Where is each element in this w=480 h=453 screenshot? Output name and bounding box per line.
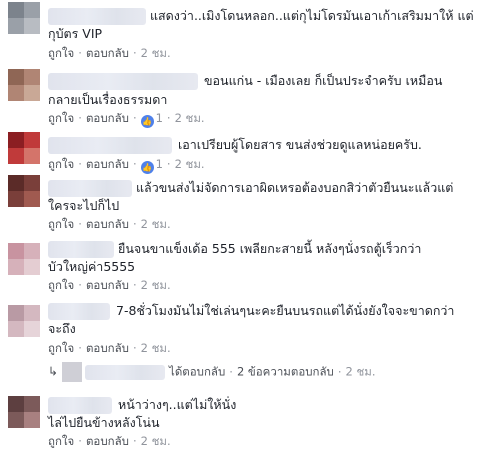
like-link[interactable]: ถูกใจ (48, 341, 74, 355)
thumbs-up-icon[interactable]: 👍 (140, 115, 154, 128)
reply-link[interactable]: ตอบกลับ (86, 217, 129, 231)
like-link[interactable]: ถูกใจ (48, 434, 74, 448)
comment-text: เอาเปรียบผู้โดยสาร ขนส่งช่วยดูแลหน่อยครั… (178, 137, 422, 152)
avatar[interactable] (8, 305, 40, 337)
comment-text: แล้วขนส่งไม่จัดการเอาผิดเหรอต้องบอกสิว่า… (136, 180, 454, 195)
comment-actions: ถูกใจ · ตอบกลับ · 2 ชม. (48, 46, 171, 60)
comment-text: จะถึง (48, 321, 76, 336)
reply-link[interactable]: ตอบกลับ (86, 46, 129, 60)
avatar[interactable] (8, 132, 40, 164)
commenter-name[interactable] (48, 8, 146, 25)
timestamp[interactable]: 2 ชม. (346, 365, 376, 379)
reply-link[interactable]: ตอบกลับ (86, 157, 129, 171)
commenter-name[interactable] (48, 180, 132, 197)
comment-text: หน้าว่างๆ..แต่ไม่ให้นั่ง (118, 397, 237, 412)
reply-link[interactable]: ตอบกลับ (86, 341, 129, 355)
reply-link[interactable]: ตอบกลับ (86, 434, 129, 448)
avatar[interactable] (8, 2, 40, 34)
commenter-name[interactable] (48, 73, 198, 90)
timestamp[interactable]: 2 ชม. (141, 341, 171, 355)
comment-text: 7-8ชั่วโมงมันไม่ใช่เล่นๆนะคะยืนบนรถแต่ได… (116, 303, 455, 318)
comment-actions: ถูกใจ · ตอบกลับ · 2 ชม. (48, 434, 171, 448)
comment-actions: ถูกใจ · ตอบกลับ · 2 ชม. (48, 217, 171, 231)
thumbs-up-icon[interactable]: 👍 (140, 161, 154, 174)
reply-link[interactable]: ตอบกลับ (86, 278, 129, 292)
comment-text: ขอนแก่น - เมืองเลย ก็เป็นประจำครับ เหมือ… (204, 73, 443, 88)
commenter-name[interactable] (48, 303, 110, 320)
comment-text: กุบัตร VIP (48, 26, 103, 41)
timestamp[interactable]: 2 ชม. (141, 217, 171, 231)
replied-label[interactable]: ได้ตอบกลับ (169, 365, 225, 379)
comment-actions: ถูกใจ · ตอบกลับ · 👍 1 · 2 ชม. (48, 111, 205, 128)
comment-actions: ถูกใจ · ตอบกลับ · 2 ชม. (48, 341, 171, 355)
avatar[interactable] (8, 175, 40, 207)
timestamp[interactable]: 2 ชม. (141, 434, 171, 448)
commenter-name[interactable] (48, 241, 114, 258)
like-link[interactable]: ถูกใจ (48, 111, 74, 125)
comment-text: ใครจะไปก็ไป (48, 198, 120, 213)
like-link[interactable]: ถูกใจ (48, 157, 74, 171)
like-count[interactable]: 1 (156, 157, 163, 171)
avatar[interactable] (8, 243, 40, 275)
timestamp[interactable]: 2 ชม. (141, 46, 171, 60)
replies-summary[interactable]: ↳ ได้ตอบกลับ · 2 ข้อความตอบกลับ · 2 ชม. (48, 362, 376, 382)
comment-actions: ถูกใจ · ตอบกลับ · 👍 1 · 2 ชม. (48, 157, 205, 174)
avatar (61, 362, 82, 382)
reply-link[interactable]: ตอบกลับ (86, 111, 129, 125)
like-link[interactable]: ถูกใจ (48, 217, 74, 231)
like-link[interactable]: ถูกใจ (48, 278, 74, 292)
like-count[interactable]: 1 (156, 111, 163, 125)
avatar[interactable] (8, 69, 40, 101)
comment-text: กลายเป็นเรื่องธรรมดา (48, 92, 168, 107)
commenter-name[interactable] (48, 137, 172, 154)
replier-name[interactable] (85, 364, 166, 380)
comment-actions: ถูกใจ · ตอบกลับ · 2 ชม. (48, 278, 171, 292)
reply-count[interactable]: 2 ข้อความตอบกลับ (237, 365, 334, 379)
timestamp[interactable]: 2 ชม. (175, 157, 205, 171)
timestamp[interactable]: 2 ชม. (141, 278, 171, 292)
timestamp[interactable]: 2 ชม. (175, 111, 205, 125)
avatar[interactable] (8, 396, 40, 428)
comment-text: ไล่ไปยืนข้างหลังโน่น (48, 415, 160, 430)
comment-text: บัวใหญ่ค่า5555 (48, 259, 136, 274)
reply-arrow-icon: ↳ (48, 364, 59, 379)
comment-text: แสดงว่า..เมิงโดนหลอก..แต่กุไม่โดรมันเอาเ… (150, 8, 474, 23)
like-link[interactable]: ถูกใจ (48, 46, 74, 60)
comment-text: ยืนจนขาแข็งเด้อ 555 เพลียกะสายนี้ หลังๆน… (118, 241, 422, 256)
commenter-name[interactable] (48, 397, 112, 414)
